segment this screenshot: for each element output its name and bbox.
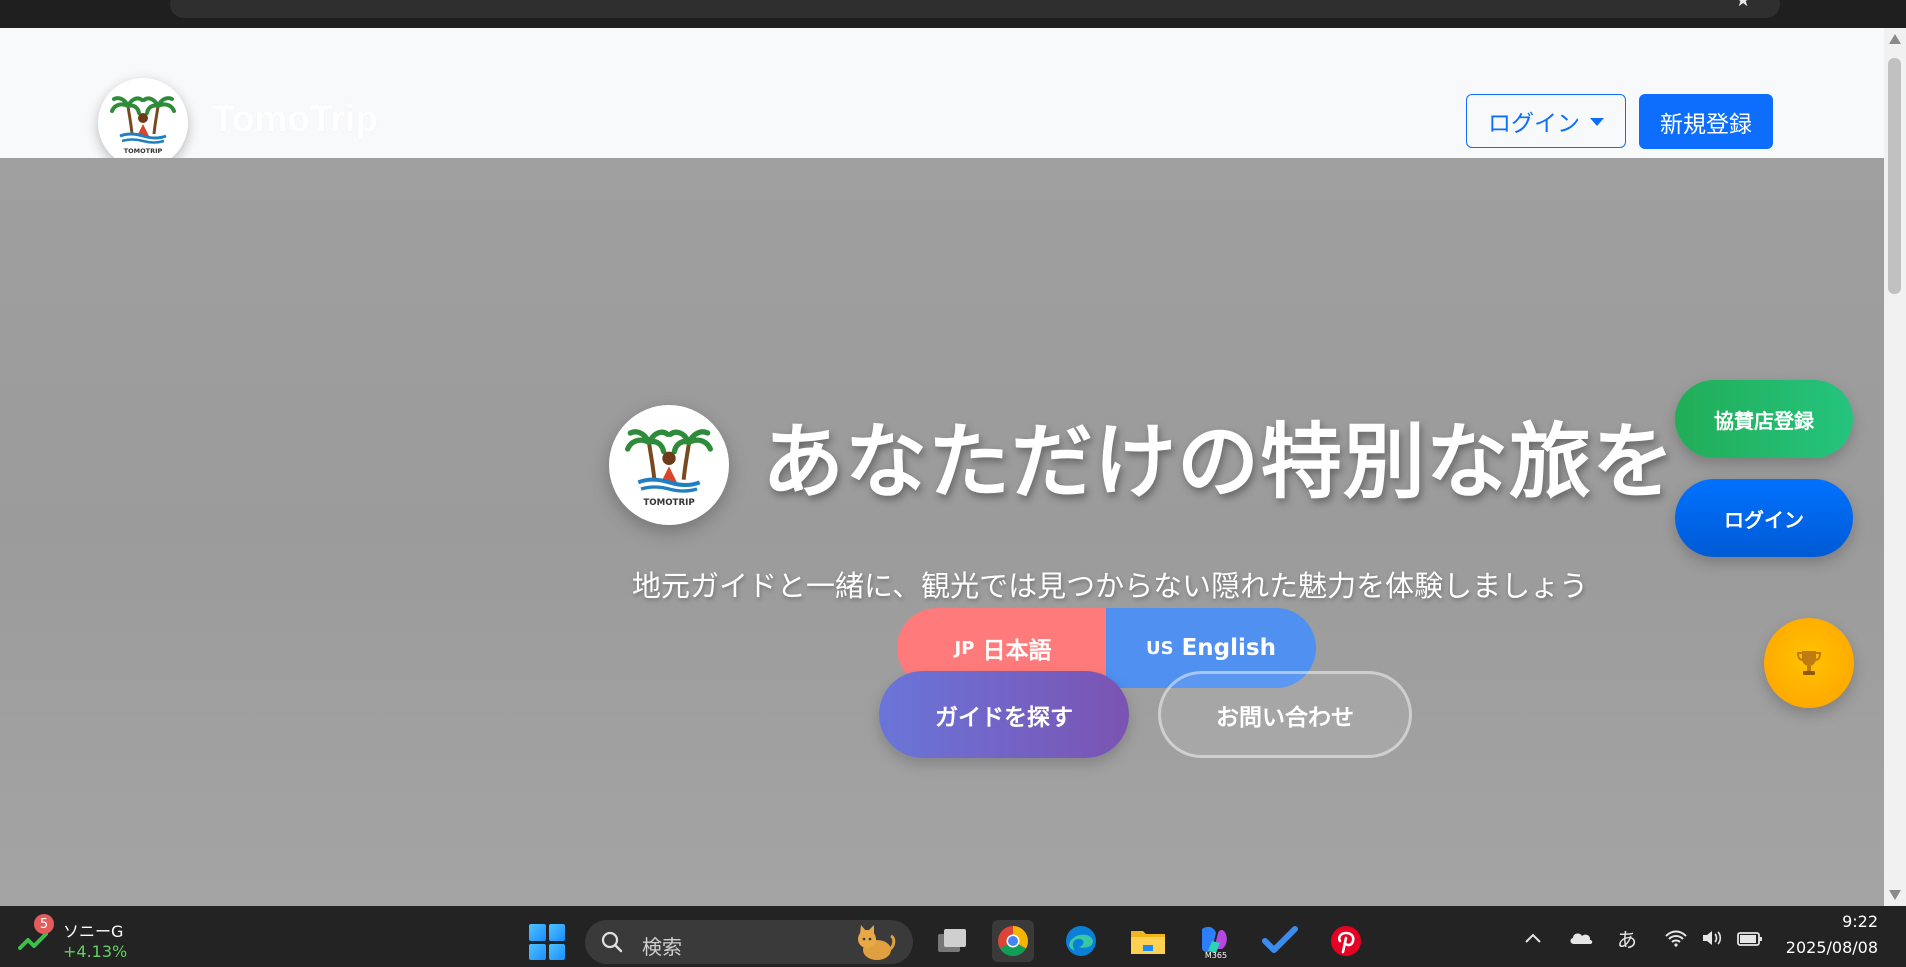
find-guide-button[interactable]: ガイドを探す (879, 671, 1129, 758)
search-placeholder: 検索 (642, 935, 682, 959)
clock-date[interactable]: 2025/08/08 (1786, 938, 1878, 957)
todo-icon[interactable] (1259, 920, 1301, 962)
logo-wordmark: TOMOTRIP (124, 147, 163, 155)
language-english-label: English (1181, 635, 1276, 661)
search-icon (601, 931, 623, 953)
site-navbar: TOMOTRIP TomoTrip ログイン 新規登録 (0, 28, 1884, 168)
speaker-icon[interactable] (1700, 928, 1724, 948)
brand-logo[interactable]: TOMOTRIP (98, 78, 188, 168)
caret-down-icon (1590, 118, 1604, 126)
svg-text:M365: M365 (1205, 951, 1227, 959)
taskbar-search-box[interactable]: 検索 (585, 920, 913, 964)
register-button[interactable]: 新規登録 (1639, 94, 1773, 149)
tray-chevron-up-icon[interactable] (1524, 932, 1542, 944)
m365-copilot-icon[interactable]: M365 (1192, 920, 1234, 962)
hero-logo: TOMOTRIP (609, 405, 729, 525)
us-flag-icon: US (1146, 637, 1174, 659)
wifi-icon[interactable] (1664, 928, 1688, 948)
scroll-down-arrow-icon[interactable] (1889, 890, 1901, 900)
floating-login-button[interactable]: ログイン (1675, 479, 1853, 557)
brand-name[interactable]: TomoTrip (212, 98, 378, 140)
hero-section (0, 158, 1884, 906)
battery-icon[interactable] (1736, 928, 1764, 948)
scrollbar-thumb[interactable] (1888, 58, 1901, 294)
jp-flag-icon: JP (954, 637, 975, 659)
windows-taskbar: 5 ソニーG +4.13% 検索 M365 あ 9:22 2025/08/08 (0, 906, 1906, 967)
onedrive-cloud-icon[interactable] (1568, 930, 1594, 946)
login-dropdown-button[interactable]: ログイン (1466, 94, 1626, 148)
clock-time[interactable]: 9:22 (1842, 912, 1878, 931)
language-japanese-label: 日本語 (982, 638, 1052, 664)
sponsor-register-button[interactable]: 協賛店登録 (1675, 380, 1853, 458)
edge-icon[interactable] (1060, 920, 1102, 962)
trophy-icon (1796, 651, 1822, 675)
login-dropdown-label: ログイン (1488, 111, 1580, 137)
logo-wordmark: TOMOTRIP (643, 498, 694, 508)
contact-button[interactable]: お問い合わせ (1158, 671, 1412, 758)
stock-change: +4.13% (63, 942, 128, 961)
hero-subtitle: 地元ガイドと一緒に、観光では見つからない隠れた魅力を体験しましょう (632, 569, 1589, 603)
windows-start-icon[interactable] (529, 924, 565, 960)
stock-name[interactable]: ソニーG (63, 918, 123, 942)
scroll-up-arrow-icon[interactable] (1889, 34, 1901, 44)
hero-title: あなただけの特別な旅を (762, 415, 1676, 510)
ime-indicator[interactable]: あ (1617, 924, 1637, 953)
task-view-icon[interactable] (931, 920, 973, 962)
cat-icon (858, 925, 896, 960)
file-explorer-icon[interactable] (1127, 920, 1169, 962)
bookmark-star-icon[interactable]: ★ (1735, 0, 1751, 10)
browser-top-bar: ★ (0, 0, 1906, 28)
palm-island-logo-icon: TOMOTRIP (610, 406, 728, 524)
stock-badge: 5 (34, 914, 54, 934)
page-scrollbar[interactable] (1884, 28, 1906, 906)
palm-island-logo-icon: TOMOTRIP (99, 79, 187, 167)
chrome-icon[interactable] (992, 920, 1034, 962)
trophy-button[interactable] (1764, 618, 1854, 708)
pinterest-icon[interactable] (1325, 920, 1367, 962)
address-bar[interactable] (170, 0, 1780, 18)
